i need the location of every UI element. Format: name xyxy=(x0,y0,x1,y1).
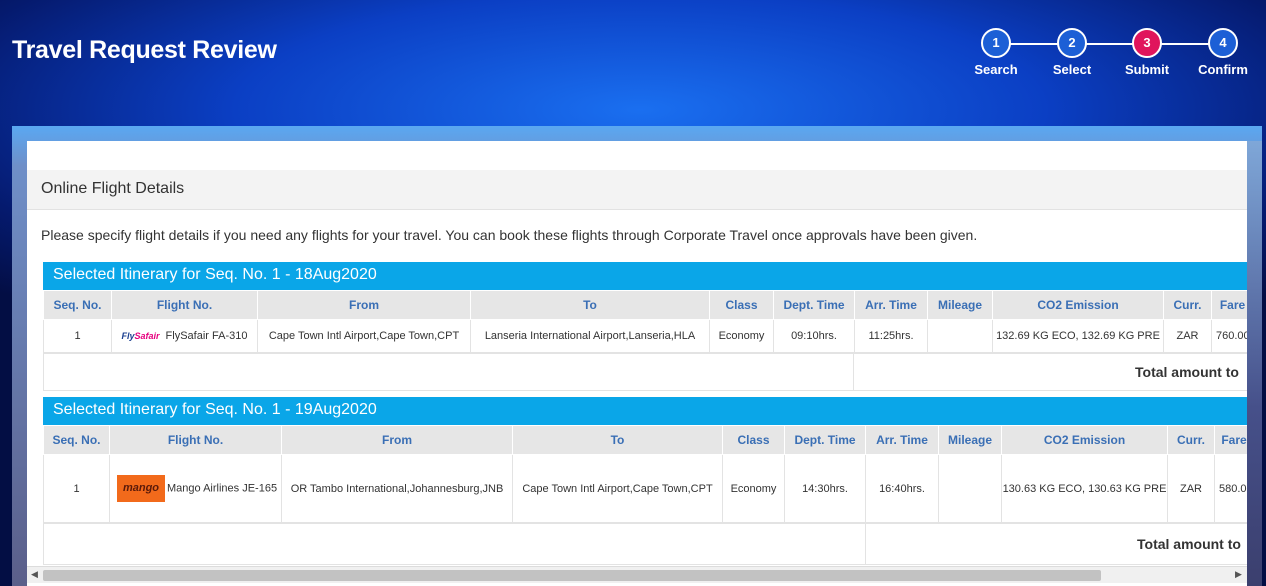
step-label: Search xyxy=(974,62,1018,77)
col-dept: Dept. Time xyxy=(773,290,855,320)
col-to: To xyxy=(512,425,723,455)
mileage-cell xyxy=(938,454,1002,523)
col-to: To xyxy=(470,290,710,320)
mileage-cell xyxy=(927,319,993,353)
step-number: 3 xyxy=(1132,28,1162,58)
flight-cell: FlySafair FlySafair FA-310 xyxy=(111,319,258,353)
flight-details-panel: Online Flight Details Please specify fli… xyxy=(27,141,1247,586)
flight-cell: mango Mango Airlines JE-165 xyxy=(109,454,282,523)
co2-cell: 130.63 KG ECO, 130.63 KG PRE xyxy=(1001,454,1168,523)
col-mileage: Mileage xyxy=(938,425,1002,455)
step-label: Submit xyxy=(1124,62,1170,77)
frame-edge xyxy=(1247,141,1262,586)
page-title: Travel Request Review xyxy=(12,36,277,64)
itinerary-header: Selected Itinerary for Seq. No. 1 - 18Au… xyxy=(43,262,1247,290)
mango-logo: mango xyxy=(117,475,165,502)
table-row: 1 FlySafair FlySafair FA-310 Cape Town In… xyxy=(43,319,1247,353)
step-number: 1 xyxy=(981,28,1011,58)
curr-cell: ZAR xyxy=(1167,454,1215,523)
dept-cell: 14:30hrs. xyxy=(784,454,866,523)
col-class: Class xyxy=(709,290,774,320)
step-confirm[interactable]: 4 Confirm xyxy=(1193,28,1253,77)
step-number: 4 xyxy=(1208,28,1238,58)
to-cell: Cape Town Intl Airport,Cape Town,CPT xyxy=(512,454,723,523)
col-seq: Seq. No. xyxy=(43,290,112,320)
step-number: 2 xyxy=(1057,28,1087,58)
total-row: Total amount to xyxy=(43,523,1247,565)
col-from: From xyxy=(257,290,471,320)
col-co2: CO2 Emission xyxy=(1001,425,1168,455)
total-row: Total amount to xyxy=(43,353,1247,391)
col-arr: Arr. Time xyxy=(865,425,939,455)
arr-cell: 16:40hrs. xyxy=(865,454,939,523)
class-cell: Economy xyxy=(722,454,785,523)
itinerary-table: Seq. No. Flight No. From To Class Dept. … xyxy=(43,290,1247,353)
flight-number: FlySafair FA-310 xyxy=(165,330,248,342)
total-label: Total amount to xyxy=(1137,536,1241,552)
col-curr: Curr. xyxy=(1163,290,1212,320)
total-label: Total amount to xyxy=(1135,364,1239,380)
seq-cell: 1 xyxy=(43,319,112,353)
col-curr: Curr. xyxy=(1167,425,1215,455)
col-class: Class xyxy=(722,425,785,455)
scroll-left-icon[interactable]: ◀ xyxy=(31,569,38,580)
progress-stepper: 1 Search 2 Select 3 Submit 4 Confirm xyxy=(974,28,1253,88)
col-seq: Seq. No. xyxy=(43,425,110,455)
dept-cell: 09:10hrs. xyxy=(773,319,855,353)
table-row: 1 mango Mango Airlines JE-165 OR Tambo In… xyxy=(43,454,1247,523)
scroll-right-icon[interactable]: ▶ xyxy=(1235,569,1242,580)
col-fare: Fare xyxy=(1214,425,1247,455)
col-arr: Arr. Time xyxy=(854,290,928,320)
total-spacer xyxy=(44,354,854,390)
from-cell: Cape Town Intl Airport,Cape Town,CPT xyxy=(257,319,471,353)
col-dept: Dept. Time xyxy=(784,425,866,455)
col-fare: Fare xyxy=(1211,290,1247,320)
fare-cell: 760.00 xyxy=(1211,319,1247,353)
itinerary-table: Seq. No. Flight No. From To Class Dept. … xyxy=(43,425,1247,523)
seq-cell: 1 xyxy=(43,454,110,523)
total-spacer xyxy=(44,524,866,564)
flight-number: Mango Airlines JE-165 xyxy=(167,482,278,495)
col-co2: CO2 Emission xyxy=(992,290,1164,320)
col-flight: Flight No. xyxy=(111,290,258,320)
to-cell: Lanseria International Airport,Lanseria,… xyxy=(470,319,710,353)
col-mileage: Mileage xyxy=(927,290,993,320)
from-cell: OR Tambo International,Johannesburg,JNB xyxy=(281,454,513,523)
panel-heading: Online Flight Details xyxy=(27,170,1247,210)
class-cell: Economy xyxy=(709,319,774,353)
step-label: Select xyxy=(1052,62,1092,77)
step-label: Confirm xyxy=(1198,62,1248,77)
curr-cell: ZAR xyxy=(1163,319,1212,353)
arr-cell: 11:25hrs. xyxy=(854,319,928,353)
co2-cell: 132.69 KG ECO, 132.69 KG PRE xyxy=(992,319,1164,353)
itinerary-header: Selected Itinerary for Seq. No. 1 - 19Au… xyxy=(43,397,1247,425)
horizontal-scrollbar[interactable]: ◀ ▶ xyxy=(27,566,1247,583)
table-header-row: Seq. No. Flight No. From To Class Dept. … xyxy=(43,290,1247,320)
scrollbar-thumb[interactable] xyxy=(43,570,1101,581)
step-search[interactable]: 1 Search xyxy=(966,28,1026,77)
col-flight: Flight No. xyxy=(109,425,282,455)
flysafair-logo: FlySafair xyxy=(121,331,160,342)
intro-text: Please specify flight details if you nee… xyxy=(41,227,978,243)
col-from: From xyxy=(281,425,513,455)
step-select[interactable]: 2 Select xyxy=(1042,28,1102,77)
fare-cell: 580.00 xyxy=(1214,454,1247,523)
table-header-row: Seq. No. Flight No. From To Class Dept. … xyxy=(43,425,1247,455)
step-submit[interactable]: 3 Submit xyxy=(1117,28,1177,77)
